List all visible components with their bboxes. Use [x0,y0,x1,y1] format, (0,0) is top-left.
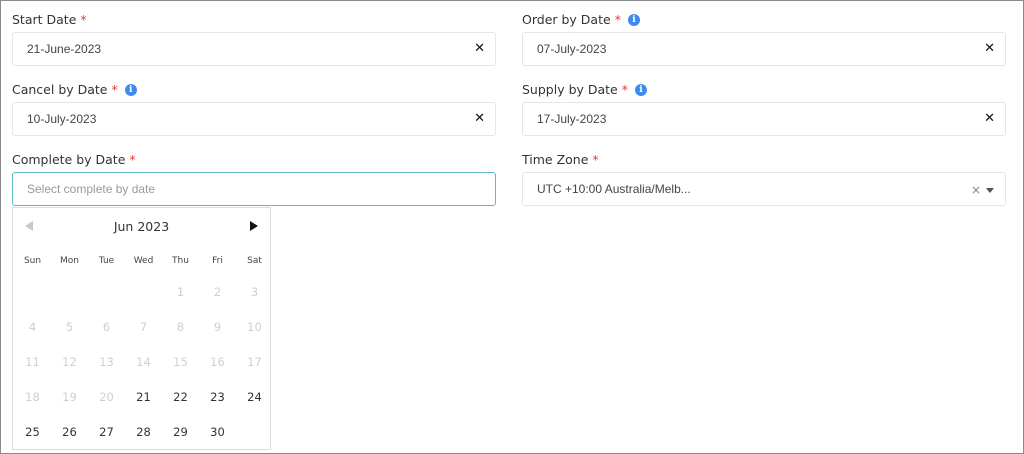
calendar-week-row: 11 12 13 14 15 16 17 [14,345,271,380]
calendar-day: 3 [250,285,259,299]
calendar-week-row: 1 2 3 [14,275,271,310]
info-icon[interactable]: i [635,84,648,96]
time-zone-label: Time Zone * [522,152,599,167]
start-date-clear-icon[interactable]: ✕ [474,33,485,65]
complete-by-date-placeholder: Select complete by date [27,182,156,196]
calendar-day: 18 [25,390,40,404]
calendar-day: 16 [210,355,225,369]
cancel-by-date-value: 10-July-2023 [27,112,97,126]
weekday-label: Sun [23,256,42,266]
supply-by-date-field: Supply by Date * i 17-July-2023 ✕ [522,81,1006,136]
start-date-input[interactable]: 21-June-2023 ✕ [12,32,496,66]
required-marker: * [621,82,629,97]
calendar-day: 20 [99,390,114,404]
cancel-by-date-label: Cancel by Date * i [12,81,496,99]
weekday-label: Mon [60,256,79,266]
order-by-date-value: 07-July-2023 [537,42,607,56]
calendar-day[interactable]: 24 [236,380,273,415]
complete-by-date-input[interactable]: Select complete by date [12,172,496,206]
calendar-week-row: 18 19 20 21 22 23 24 [14,380,271,415]
calendar-day[interactable]: 25 [14,415,51,450]
next-month-icon[interactable] [250,221,258,231]
calendar-day: 4 [28,320,37,334]
calendar-day[interactable]: 30 [199,415,236,450]
weekday-label: Wed [133,256,154,266]
complete-by-date-field: Complete by Date * Select complete by da… [12,151,496,206]
weekday-label: Fri [212,256,223,266]
calendar-week-row: 25 26 27 28 29 30 [14,415,271,450]
cancel-by-date-input[interactable]: 10-July-2023 ✕ [12,102,496,136]
calendar-month-label: Jun 2023 [113,219,170,234]
order-by-date-clear-icon[interactable]: ✕ [984,33,995,65]
supply-by-date-input[interactable]: 17-July-2023 ✕ [522,102,1006,136]
complete-by-date-label: Complete by Date * [12,152,136,167]
supply-by-date-value: 17-July-2023 [537,112,607,126]
cancel-by-date-clear-icon[interactable]: ✕ [474,103,485,135]
order-by-date-label: Order by Date * i [522,11,1006,29]
weekday-header: Sun Mon Tue Wed Thu Fri Sat [14,254,271,268]
weekday-label: Tue [98,256,115,266]
supply-by-date-clear-icon[interactable]: ✕ [984,103,995,135]
calendar-day[interactable]: 23 [199,380,236,415]
cancel-by-date-field: Cancel by Date * i 10-July-2023 ✕ [12,81,496,136]
calendar-day: 1 [176,285,185,299]
calendar-day: 9 [213,320,222,334]
calendar-header: Jun 2023 [13,208,270,244]
calendar-day: 13 [99,355,114,369]
chevron-down-icon[interactable] [986,188,994,193]
order-by-date-field: Order by Date * i 07-July-2023 ✕ [522,11,1006,66]
calendar-day[interactable]: 22 [162,380,199,415]
calendar-day[interactable]: 21 [125,380,162,415]
time-zone-field: Time Zone * UTC +10:00 Australia/Melb...… [522,151,1006,206]
start-date-field: Start Date * 21-June-2023 ✕ [12,11,496,66]
calendar-day[interactable]: 26 [51,415,88,450]
info-icon[interactable]: i [124,84,137,96]
required-marker: * [111,82,118,97]
start-date-label: Start Date * [12,12,87,27]
start-date-value: 21-June-2023 [27,42,102,56]
supply-by-date-label: Supply by Date * i [522,81,1006,99]
calendar-day: 5 [65,320,74,334]
required-marker: * [614,12,621,27]
time-zone-clear-icon[interactable]: × [971,173,981,207]
weekday-label: Thu [172,256,189,266]
calendar-day: 11 [25,355,40,369]
calendar-day[interactable]: 29 [162,415,199,450]
calendar-day: 17 [247,355,262,369]
time-zone-value: UTC +10:00 Australia/Melb... [537,182,691,196]
calendar-day: 8 [176,320,185,334]
weekday-label: Sat [247,256,262,266]
required-marker: * [592,152,599,167]
date-picker-calendar: Jun 2023 Sun Mon Tue Wed Thu Fri Sat 123456789… [12,207,271,450]
calendar-day[interactable]: 28 [125,415,162,450]
calendar-day: 15 [173,355,188,369]
calendar-day: 10 [247,320,262,334]
calendar-week-row: 4 5 6 7 8 9 10 [14,310,271,345]
calendar-day: 19 [62,390,77,404]
time-zone-select[interactable]: UTC +10:00 Australia/Melb... × [522,172,1006,206]
calendar-day: 2 [213,285,222,299]
info-icon[interactable]: i [627,14,640,26]
calendar-day[interactable]: 27 [88,415,125,450]
calendar-day: 6 [102,320,111,334]
order-by-date-input[interactable]: 07-July-2023 ✕ [522,32,1006,66]
calendar-day: 12 [62,355,77,369]
calendar-day: 14 [136,355,151,369]
calendar-day: 7 [139,320,148,334]
required-marker: * [80,12,87,27]
required-marker: * [129,152,136,167]
